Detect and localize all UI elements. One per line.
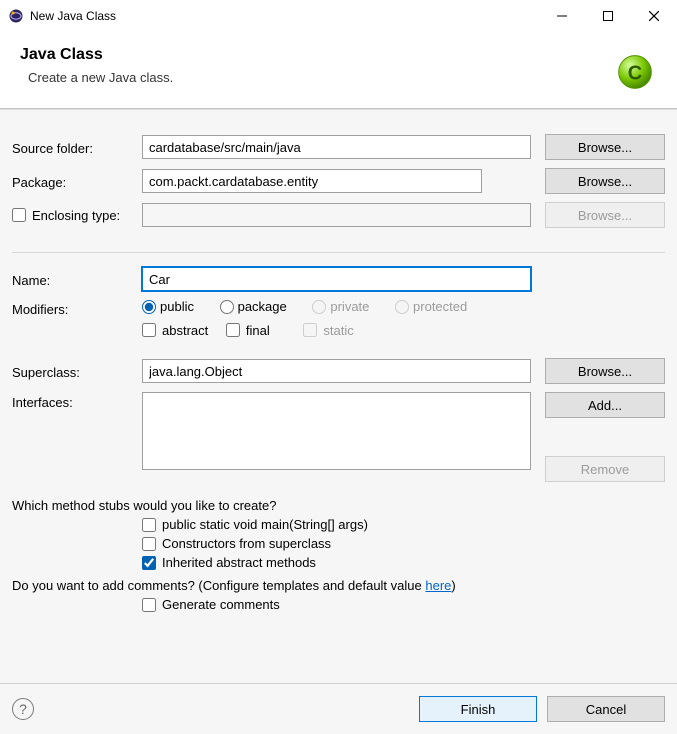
superclass-input[interactable]: [142, 359, 531, 383]
window-title: New Java Class: [30, 9, 539, 23]
package-browse-button[interactable]: Browse...: [545, 168, 665, 194]
modifier-package-radio[interactable]: package: [220, 299, 287, 314]
titlebar: New Java Class: [0, 0, 677, 32]
interfaces-label: Interfaces:: [12, 392, 142, 410]
configure-templates-link[interactable]: here: [425, 578, 451, 593]
enclosing-type-checkbox[interactable]: Enclosing type:: [12, 208, 120, 223]
interfaces-remove-button: Remove: [545, 456, 665, 482]
dialog-header: Java Class Create a new Java class. C: [0, 32, 677, 108]
modifiers-label: Modifiers:: [12, 299, 142, 317]
form-body: Source folder: Browse... Package: Browse…: [0, 110, 677, 683]
source-folder-browse-button[interactable]: Browse...: [545, 134, 665, 160]
class-wizard-icon: C: [613, 50, 657, 94]
svg-text:C: C: [628, 62, 642, 84]
interfaces-listbox[interactable]: [142, 392, 531, 470]
eclipse-icon: [8, 8, 24, 24]
method-stubs-question: Which method stubs would you like to cre…: [12, 498, 276, 513]
stub-inherited-checkbox[interactable]: Inherited abstract methods: [142, 555, 316, 570]
enclosing-type-input: [142, 203, 531, 227]
superclass-label: Superclass:: [12, 362, 142, 380]
source-folder-input[interactable]: [142, 135, 531, 159]
modifier-final-checkbox[interactable]: final: [226, 323, 270, 338]
modifier-public-radio[interactable]: public: [142, 299, 194, 314]
window-maximize-button[interactable]: [585, 0, 631, 32]
modifier-protected-radio: protected: [395, 299, 467, 314]
superclass-browse-button[interactable]: Browse...: [545, 358, 665, 384]
page-title: Java Class: [20, 46, 613, 64]
cancel-button[interactable]: Cancel: [547, 696, 665, 722]
modifier-abstract-checkbox[interactable]: abstract: [142, 323, 208, 338]
window-close-button[interactable]: [631, 0, 677, 32]
generate-comments-checkbox[interactable]: Generate comments: [142, 597, 280, 612]
enclosing-type-label: Enclosing type:: [32, 208, 120, 223]
help-button[interactable]: ?: [12, 698, 34, 720]
comments-question: Do you want to add comments? (Configure …: [12, 578, 456, 593]
stub-constructors-checkbox[interactable]: Constructors from superclass: [142, 536, 331, 551]
source-folder-label: Source folder:: [12, 138, 142, 156]
enclosing-type-browse-button: Browse...: [545, 202, 665, 228]
name-label: Name:: [12, 270, 142, 288]
page-subtitle: Create a new Java class.: [28, 70, 613, 85]
package-input[interactable]: [142, 169, 482, 193]
separator-1: [12, 252, 665, 253]
stub-main-checkbox[interactable]: public static void main(String[] args): [142, 517, 368, 532]
modifier-static-checkbox: static: [303, 323, 353, 338]
package-label: Package:: [12, 172, 142, 190]
dialog-footer: ? Finish Cancel: [0, 683, 677, 734]
finish-button[interactable]: Finish: [419, 696, 537, 722]
window-minimize-button[interactable]: [539, 0, 585, 32]
interfaces-add-button[interactable]: Add...: [545, 392, 665, 418]
modifier-private-radio: private: [312, 299, 369, 314]
class-name-input[interactable]: [142, 267, 531, 291]
